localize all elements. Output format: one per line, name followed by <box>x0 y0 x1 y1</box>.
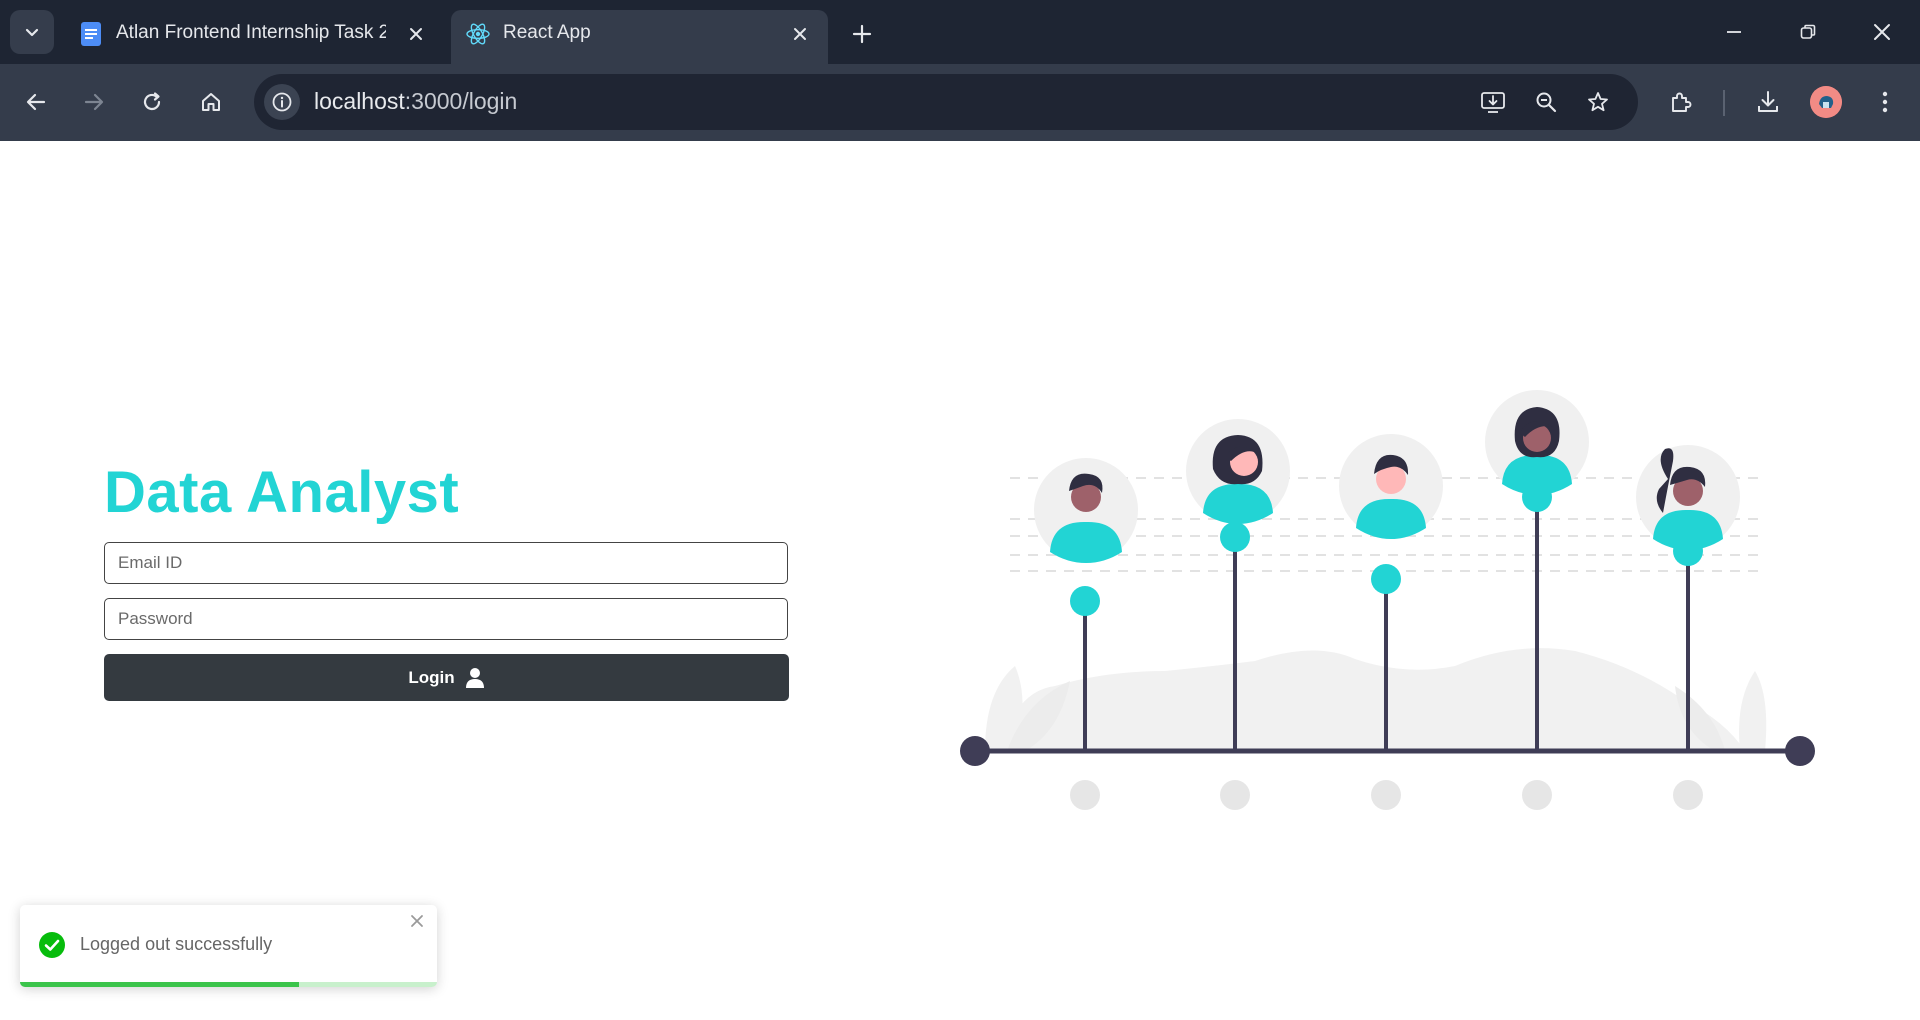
close-icon[interactable] <box>786 20 814 48</box>
chevron-down-icon <box>25 28 39 37</box>
forward-button[interactable] <box>72 80 116 124</box>
plus-icon <box>852 24 872 44</box>
restore-button[interactable] <box>1778 10 1838 54</box>
window-close-button[interactable] <box>1852 10 1912 54</box>
browser-tab-strip: Atlan Frontend Internship Task 202 React… <box>0 0 1920 64</box>
install-app-icon[interactable] <box>1475 84 1511 120</box>
profile-avatar[interactable] <box>1810 86 1842 118</box>
back-button[interactable] <box>14 80 58 124</box>
url-path: :3000/login <box>404 88 518 114</box>
browser-toolbar: localhost:3000/login <box>0 64 1920 141</box>
more-menu-icon[interactable] <box>1863 80 1907 124</box>
minimize-icon <box>1727 31 1741 33</box>
close-icon[interactable] <box>402 20 430 48</box>
new-tab-button[interactable] <box>842 16 882 52</box>
minimize-button[interactable] <box>1704 10 1764 54</box>
toast-message: Logged out successfully <box>80 934 273 954</box>
tab-react-app[interactable]: React App <box>451 10 828 64</box>
password-field[interactable] <box>104 598 788 640</box>
team-chart-illustration <box>960 390 1815 810</box>
close-icon[interactable] <box>407 911 427 931</box>
home-button[interactable] <box>189 80 233 124</box>
user-icon <box>465 667 484 688</box>
page-content: Data Analyst Login <box>0 141 1920 1020</box>
email-field[interactable] <box>104 542 788 584</box>
url-text[interactable]: localhost:3000/login <box>314 88 517 115</box>
page-title: Data Analyst <box>104 460 460 525</box>
arrow-left-icon <box>26 93 46 111</box>
toolbar-divider <box>1723 90 1725 116</box>
close-icon <box>1874 24 1890 40</box>
tab-title: React App <box>503 22 591 43</box>
toast-notification: Logged out successfully <box>20 905 437 987</box>
downloads-icon[interactable] <box>1746 80 1790 124</box>
zoom-icon[interactable] <box>1528 84 1564 120</box>
site-info-icon[interactable] <box>264 84 300 120</box>
google-docs-icon <box>81 22 101 46</box>
reload-button[interactable] <box>130 80 174 124</box>
arrow-right-icon <box>84 93 104 111</box>
reload-icon <box>143 92 161 111</box>
tab-title: Atlan Frontend Internship Task 202 <box>116 22 386 43</box>
login-button[interactable]: Login <box>104 654 789 701</box>
extensions-icon[interactable] <box>1659 80 1703 124</box>
address-bar[interactable]: localhost:3000/login <box>254 74 1638 130</box>
check-circle-icon <box>39 932 65 958</box>
login-button-label: Login <box>408 667 455 687</box>
bookmark-star-icon[interactable] <box>1580 84 1616 120</box>
tab-docs[interactable]: Atlan Frontend Internship Task 202 <box>64 10 444 64</box>
url-host: localhost <box>314 88 405 114</box>
react-icon <box>466 23 490 45</box>
toast-progress-bar <box>20 982 300 987</box>
tab-search-button[interactable] <box>10 10 54 54</box>
home-icon <box>202 93 220 111</box>
restore-icon <box>1800 24 1816 39</box>
